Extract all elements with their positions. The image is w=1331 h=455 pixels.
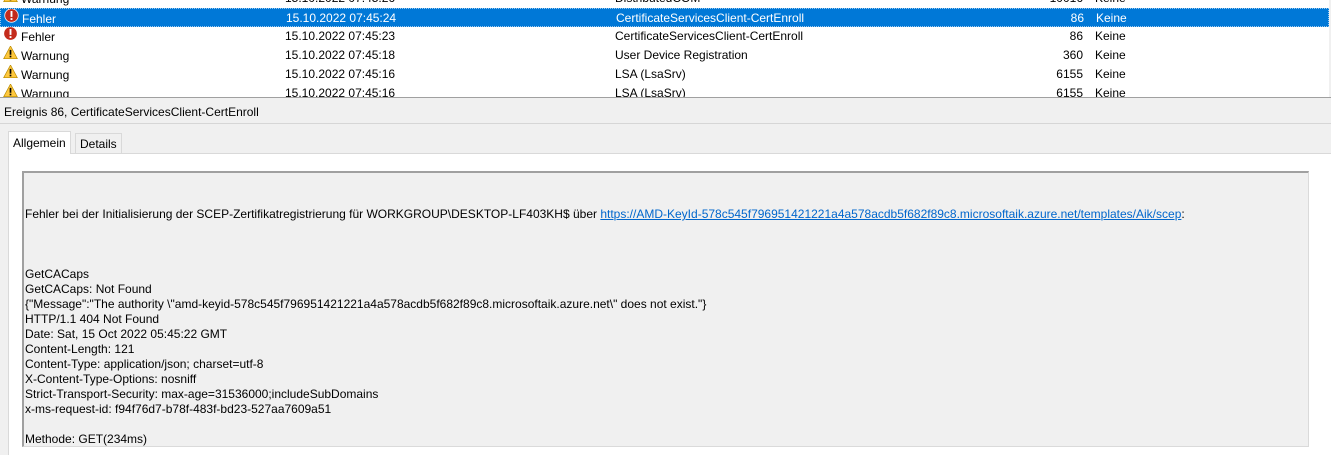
error-icon	[3, 27, 18, 46]
event-detail-header: Ereignis 86, CertificateServicesClient-C…	[0, 101, 1331, 124]
tab-page-allgemein: Fehler bei der Initialisierung der SCEP-…	[8, 153, 1331, 455]
message-line	[25, 417, 1308, 432]
event-message-box[interactable]: Fehler bei der Initialisierung der SCEP-…	[22, 171, 1309, 447]
event-task-category: Keine	[1095, 0, 1295, 8]
event-row[interactable]: Fehler 15.10.2022 07:45:23 CertificateServ…	[0, 27, 1331, 46]
event-task-category: Keine	[1095, 86, 1126, 97]
event-row[interactable]: Warnung 15.10.2022 07:45:16 LSA (LsaSrv) 61…	[0, 84, 1331, 97]
message-line: {"Message":"The authority \"amd-keyid-57…	[25, 297, 707, 311]
event-id: 6155	[1056, 86, 1083, 97]
event-level-cell: Warnung	[3, 46, 273, 65]
message-line: X-Content-Type-Options: nosniff	[25, 372, 197, 386]
event-id: 6155	[1056, 67, 1083, 81]
event-level: Warnung	[21, 49, 70, 63]
event-level: Warnung	[21, 87, 70, 97]
scep-url-link[interactable]: https://AMD-KeyId-578c545f796951421221a4…	[600, 207, 1181, 221]
event-date: 15.10.2022 07:45:16	[285, 67, 396, 81]
warning-icon	[3, 84, 18, 97]
event-level: Warnung	[21, 0, 69, 6]
message-line: GetCACaps	[25, 267, 90, 281]
event-level: Warnung	[21, 68, 70, 82]
event-date: 15.10.2022 07:45:23	[285, 29, 396, 43]
event-row[interactable]: Warnung 15.10.2022 07:45:16 LSA (LsaSrv) 61…	[0, 65, 1331, 84]
event-task-category: Keine	[1095, 67, 1126, 81]
event-row[interactable]: Fehler 15.10.2022 07:45:24 CertificateServ…	[0, 8, 1329, 27]
event-task-category: Keine	[1095, 29, 1126, 43]
event-level: Fehler	[21, 30, 56, 44]
warning-icon	[3, 0, 18, 8]
event-id: 10016	[1000, 0, 1083, 8]
event-task-category: Keine	[1096, 11, 1127, 25]
message-intro-text: Fehler bei der Initialisierung der SCEP-…	[25, 207, 601, 221]
event-date: 15.10.2022 07:45:18	[285, 48, 396, 62]
event-date: 15.10.2022 07:45:16	[285, 86, 396, 97]
warning-icon	[3, 46, 18, 65]
message-intro-line: Fehler bei der Initialisierung der SCEP-…	[25, 207, 1308, 222]
event-source: CertificateServicesClient-CertEnroll	[615, 29, 804, 43]
event-source: LSA (LsaSrv)	[615, 86, 686, 97]
message-line: GetCACaps: Not Found	[25, 282, 152, 296]
tab-allgemein[interactable]: Allgemein	[8, 131, 71, 154]
event-source: LSA (LsaSrv)	[615, 67, 686, 81]
event-level-cell: Warnung	[3, 0, 273, 8]
message-line: Strict-Transport-Security: max-age=31536…	[25, 387, 379, 401]
event-list[interactable]: Warnung 15.10.2022 07:45:26 DistributedCOM…	[0, 0, 1331, 97]
tab-details[interactable]: Details	[75, 133, 122, 153]
event-source: CertificateServicesClient-CertEnroll	[616, 11, 805, 25]
warning-icon	[3, 65, 18, 84]
event-date: 15.10.2022 07:45:24	[286, 11, 397, 25]
event-row[interactable]: Warnung 15.10.2022 07:45:26 DistributedCOM…	[0, 0, 1331, 8]
event-level-cell: Fehler	[4, 9, 274, 28]
event-id: 360	[1062, 48, 1083, 62]
event-level: Fehler	[22, 12, 57, 26]
message-line: HTTP/1.1 404 Not Found	[25, 312, 160, 326]
event-id: 86	[1070, 11, 1084, 25]
event-level-cell: Fehler	[3, 27, 273, 46]
event-source: DistributedCOM	[615, 0, 1015, 8]
event-level-cell: Warnung	[3, 84, 273, 97]
message-line: Date: Sat, 15 Oct 2022 05:45:22 GMT	[25, 327, 228, 341]
message-line: Methode: GET(234ms)	[25, 432, 148, 446]
message-line	[25, 252, 1308, 267]
event-task-category: Keine	[1095, 48, 1126, 62]
message-intro-suffix: :	[1181, 207, 1185, 221]
error-icon	[4, 9, 19, 28]
event-id: 86	[1069, 29, 1083, 43]
message-line: Content-Type: application/json; charset=…	[25, 357, 264, 371]
event-row[interactable]: Warnung 15.10.2022 07:45:18 User Device Re…	[0, 46, 1331, 65]
event-source: User Device Registration	[615, 48, 748, 62]
event-date: 15.10.2022 07:45:26	[285, 0, 605, 8]
event-level-cell: Warnung	[3, 65, 273, 84]
event-detail-pane: Ereignis 86, CertificateServicesClient-C…	[0, 101, 1331, 455]
message-line: Content-Length: 121	[25, 342, 135, 356]
event-rows: Warnung 15.10.2022 07:45:26 DistributedCOM…	[0, 0, 1331, 97]
message-line: x-ms-request-id: f94f76d7-b78f-483f-bd23…	[25, 402, 332, 416]
